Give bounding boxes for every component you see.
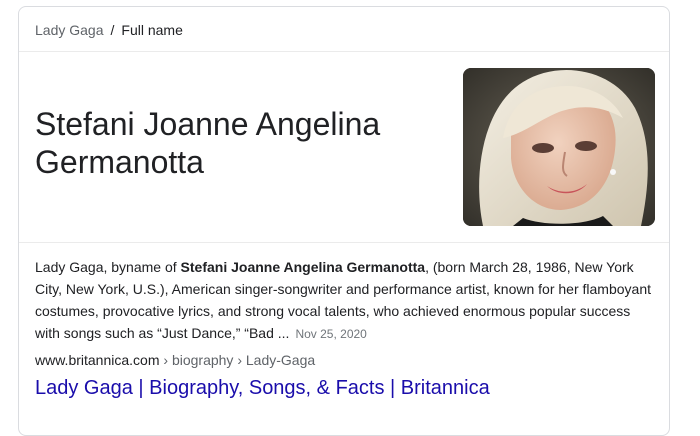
breadcrumb-current: Full name [121,22,183,38]
snippet-bold-name: Stefani Joanne Angelina Germanotta [180,259,426,275]
source-path: › biography › Lady-Gaga [159,352,316,368]
snippet-text-start: Lady Gaga, byname of [35,259,181,275]
portrait-image-graphic [463,68,655,226]
breadcrumb: Lady Gaga / Full name [35,22,183,38]
divider [19,51,669,52]
snippet-text: Lady Gaga, byname of Stefani Joanne Ange… [35,256,655,345]
breadcrumb-parent[interactable]: Lady Gaga [35,22,104,38]
source-title-link[interactable]: Lady Gaga | Biography, Songs, & Facts | … [35,375,490,401]
featured-snippet-card: Lady Gaga / Full name Stefani Joanne Ang… [18,6,670,436]
source-domain: www.britannica.com [35,352,160,368]
divider [19,242,669,243]
portrait-image[interactable] [463,68,655,226]
answer-title: Stefani Joanne Angelina Germanotta [35,106,381,180]
breadcrumb-separator: / [110,22,115,38]
source-citation: www.britannica.com › biography › Lady-Ga… [35,352,315,368]
snippet-date: Nov 25, 2020 [295,327,367,341]
